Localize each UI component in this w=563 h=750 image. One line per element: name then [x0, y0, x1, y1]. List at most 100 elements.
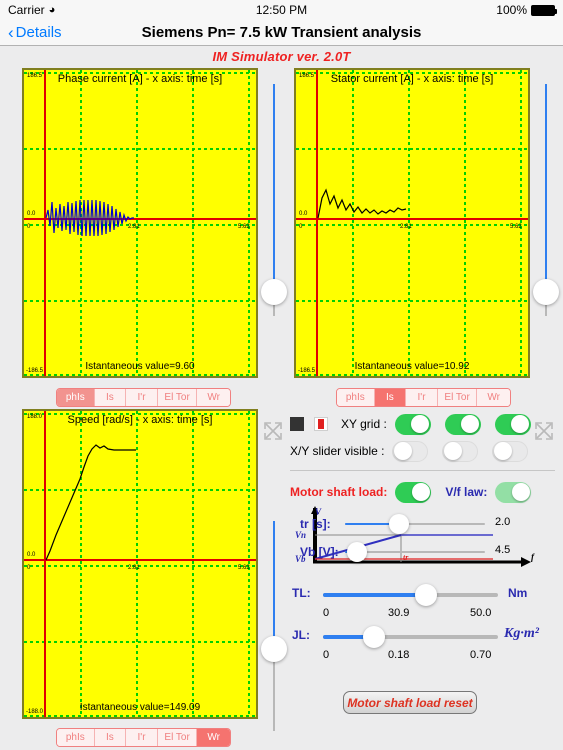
jl-tick-1: 0.18 — [388, 649, 410, 661]
segment-phis[interactable]: phIs — [57, 389, 95, 406]
xy-grid-toggle-1[interactable] — [394, 413, 431, 435]
segment-eltor[interactable]: El Tor — [157, 389, 198, 406]
tl-label: TL: — [292, 586, 311, 600]
chart-phase-current[interactable]: Phase current [A] - x axis: time [s] 186… — [22, 68, 258, 378]
tr-label: tr [s]: — [300, 517, 331, 531]
chart-stator-current-title: Stator current [A] - x axis: time [s] — [330, 73, 494, 85]
vb-slider[interactable] — [345, 542, 485, 562]
red-bars-icon[interactable] — [314, 417, 328, 431]
slider-thumb[interactable] — [415, 584, 437, 606]
chart-xtick-label: 5.62 — [510, 224, 522, 230]
slider-fill — [545, 84, 547, 292]
chart-instant-value: Istantaneous value=149.09 — [79, 702, 201, 713]
segment-wr[interactable]: Wr — [477, 389, 510, 406]
segment-eltor[interactable]: El Tor — [157, 729, 198, 746]
vb-value: 4.5 — [495, 544, 511, 556]
slider-thumb[interactable] — [261, 279, 287, 305]
chart-phase-current-canvas: Phase current [A] - x axis: time [s] 186… — [24, 70, 256, 376]
xy-slider-toggle-2[interactable] — [442, 440, 479, 462]
status-bar: Carrier ◕ 12:50 PM 100% — [0, 0, 563, 20]
slider-thumb[interactable] — [363, 626, 385, 648]
chart3-vertical-slider[interactable] — [261, 521, 287, 731]
vf-law-label: V/f law: — [445, 485, 488, 499]
chart-speed-series — [45, 444, 136, 561]
segment-ir[interactable]: I'r — [126, 729, 158, 746]
xy-slider-toggle-3[interactable] — [492, 440, 529, 462]
chart-xtick-label: 5.62 — [238, 224, 250, 230]
jl-tick-0: 0 — [323, 649, 330, 661]
toggle-knob — [411, 415, 430, 433]
xy-grid-toggle-3[interactable] — [494, 413, 531, 435]
segment-phis[interactable]: phIs — [337, 389, 375, 406]
segment-wr[interactable]: Wr — [197, 389, 230, 406]
segmented-control-chart2[interactable]: phIs Is I'r El Tor Wr — [336, 388, 511, 407]
slider-fill — [273, 84, 275, 292]
filled-square-icon[interactable] — [290, 417, 304, 431]
segmented-control-chart1[interactable]: phIs Is I'r El Tor Wr — [56, 388, 231, 407]
motor-shaft-load-reset-label: Motor shaft load reset — [347, 695, 473, 710]
slider-fill — [273, 521, 275, 649]
toggle-knob — [394, 442, 413, 460]
slider-thumb[interactable] — [389, 514, 409, 534]
chart-stator-current-canvas: Stator current [A] - x axis: time [s] 18… — [296, 70, 528, 376]
segment-is[interactable]: Is — [94, 389, 127, 406]
segment-is[interactable]: Is — [374, 389, 407, 406]
toggle-knob — [511, 483, 530, 501]
jl-unit: Kg·m² — [504, 626, 539, 641]
toggle-knob — [444, 442, 463, 460]
jl-slider[interactable] — [323, 626, 498, 648]
vf-law-toggle[interactable] — [495, 481, 532, 503]
chart-phase-current-title: Phase current [A] - x axis: time [s] — [57, 73, 223, 85]
chart-xtick-label: 0 — [27, 224, 31, 230]
status-bar-time: 12:50 PM — [255, 3, 308, 17]
app-title: IM Simulator ver. 2.0T — [212, 49, 351, 64]
chart-xtick-label: 0 — [299, 224, 303, 230]
svg-text:tr: tr — [403, 553, 409, 562]
segment-is[interactable]: Is — [94, 729, 127, 746]
svg-text:Vn: Vn — [295, 530, 306, 540]
toggle-knob — [511, 415, 530, 433]
chart-xtick-label: 5.62 — [238, 565, 250, 571]
chart-ymax-label: 186.5 — [27, 73, 43, 79]
motor-shaft-load-toggle[interactable] — [395, 481, 432, 503]
chart-ymax-label: 188.0 — [27, 414, 43, 420]
chart2-vertical-slider[interactable] — [533, 84, 559, 316]
xy-grid-toggle-2[interactable] — [444, 413, 481, 435]
segment-phis[interactable]: phIs — [57, 729, 95, 746]
segment-ir[interactable]: I'r — [406, 389, 438, 406]
status-bar-right: 100% — [496, 3, 557, 17]
chart-speed-canvas: Speed [rad/s] - x axis: time [s] 188.0 0… — [24, 411, 256, 717]
xy-grid-label: XY grid : — [341, 417, 387, 431]
slider-thumb[interactable] — [533, 279, 559, 305]
motor-shaft-load-reset-button[interactable]: Motor shaft load reset — [343, 691, 477, 714]
chart-instant-value: Istantaneous value=9.60 — [85, 361, 195, 372]
chart-instant-value: Istantaneous value=10.92 — [354, 361, 470, 372]
tl-slider[interactable] — [323, 584, 498, 606]
tr-slider[interactable] — [345, 514, 485, 534]
chart-speed[interactable]: Speed [rad/s] - x axis: time [s] 188.0 0… — [22, 409, 258, 719]
segment-eltor[interactable]: El Tor — [437, 389, 478, 406]
jl-label: JL: — [292, 628, 310, 642]
segmented-control-chart3[interactable]: phIs Is I'r El Tor Wr — [56, 728, 231, 747]
xy-grid-row: XY grid : — [290, 411, 555, 437]
xy-slider-toggle-1[interactable] — [392, 440, 429, 462]
motor-shaft-load-label: Motor shaft load: — [290, 485, 388, 499]
tl-tick-2: 50.0 — [470, 607, 492, 619]
vb-label: Vb [V]: — [300, 545, 339, 559]
battery-percent-label: 100% — [496, 3, 527, 17]
segment-wr[interactable]: Wr — [197, 729, 230, 746]
tl-unit: Nm — [508, 586, 528, 600]
motor-load-row: Motor shaft load: V/f law: — [290, 479, 555, 505]
slider-thumb[interactable] — [347, 542, 367, 562]
chart-stator-current[interactable]: Stator current [A] - x axis: time [s] 18… — [294, 68, 530, 378]
chart-speed-title: Speed [rad/s] - x axis: time [s] — [67, 414, 213, 426]
chart-phase-current-series — [45, 199, 134, 237]
chart1-vertical-slider[interactable] — [261, 84, 287, 316]
slider-thumb[interactable] — [261, 636, 287, 662]
segment-ir[interactable]: I'r — [126, 389, 158, 406]
chart1-expand-icon[interactable] — [263, 421, 283, 441]
chart-xtick-label: 2.81 — [128, 224, 140, 230]
panel-divider — [290, 470, 555, 471]
page-title: Siemens Pn= 7.5 kW Transient analysis — [141, 24, 422, 41]
chart-xtick-label: 2.81 — [400, 224, 412, 230]
